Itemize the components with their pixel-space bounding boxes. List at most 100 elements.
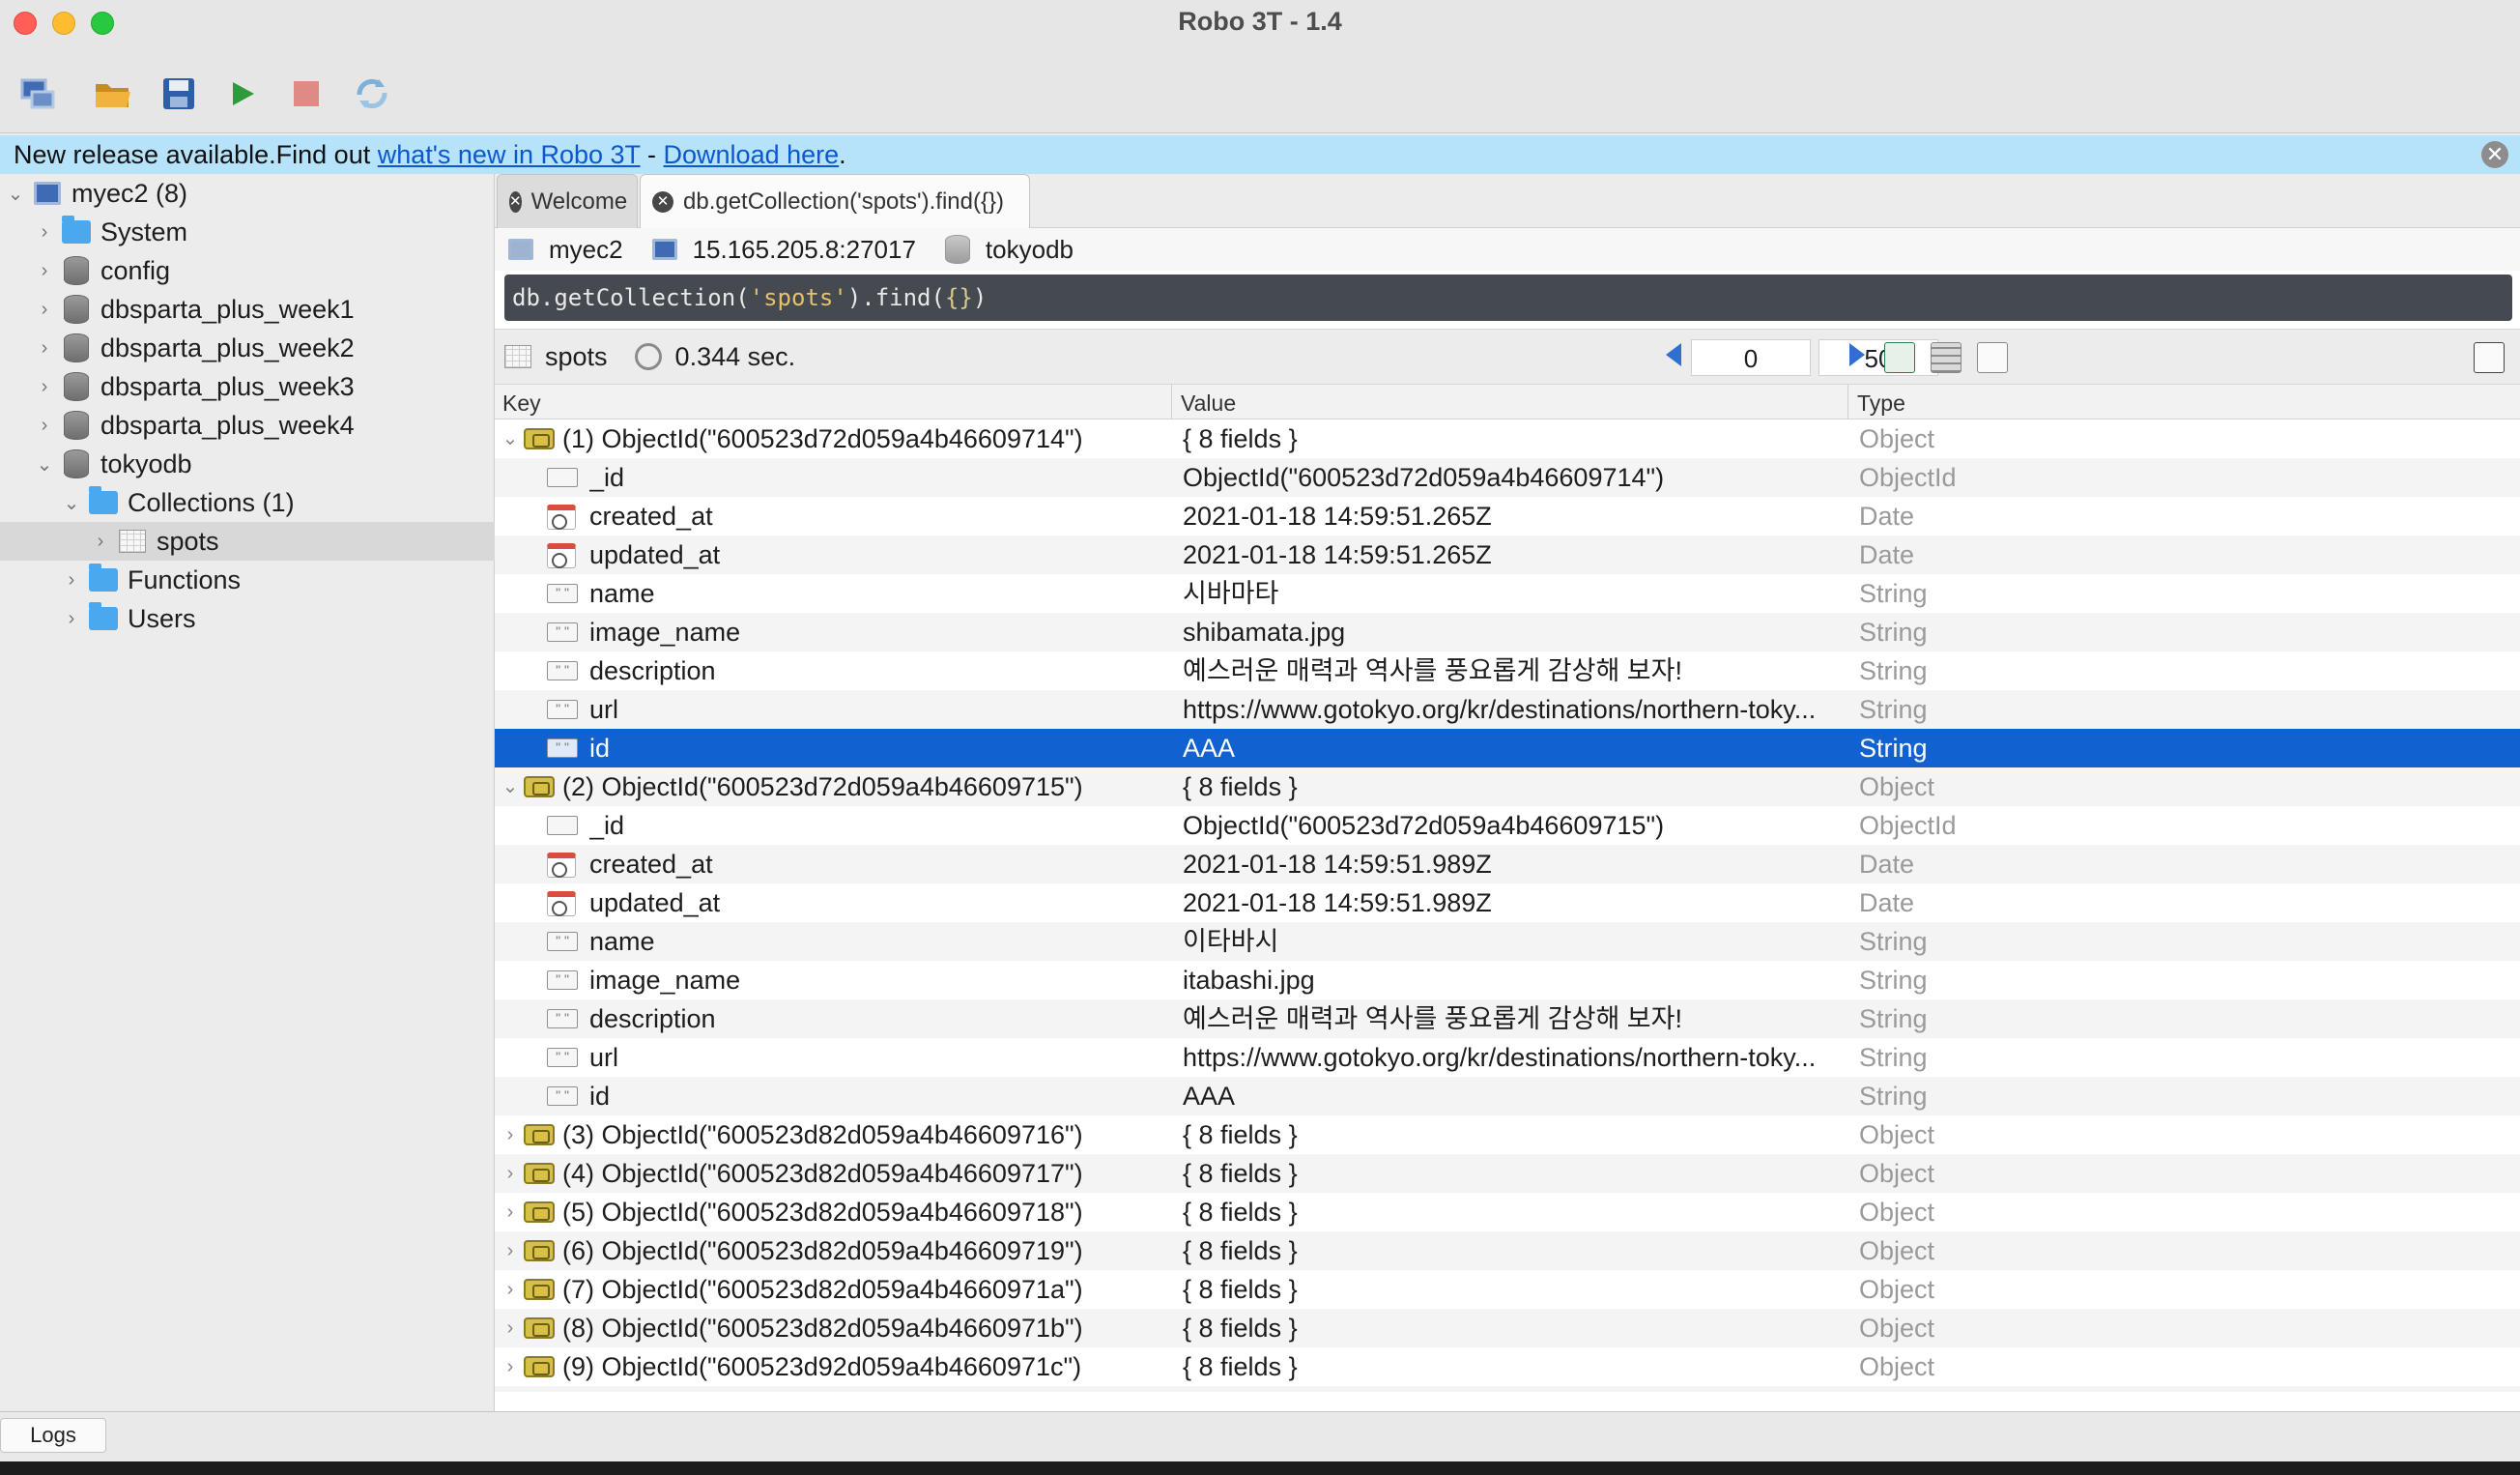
logs-tab[interactable]: Logs xyxy=(0,1418,106,1453)
document-row[interactable]: › (9) ObjectId("600523d92d059a4b4660971c"… xyxy=(495,1347,2520,1386)
document-row[interactable]: › (8) ObjectId("600523d82d059a4b4660971b"… xyxy=(495,1309,2520,1347)
tree-item-dbsparta-week4[interactable]: › dbsparta_plus_week4 xyxy=(0,406,495,445)
tree-item-spots[interactable]: › spots xyxy=(0,522,495,561)
document-row[interactable]: › (4) ObjectId("600523d82d059a4b46609717"… xyxy=(495,1154,2520,1193)
tab-label: db.getCollection('spots').find({}) xyxy=(683,188,1005,215)
database-icon xyxy=(62,333,91,362)
document-row[interactable]: › (10) ObjectId("600523d92d059a4b4660971d… xyxy=(495,1386,2520,1392)
stop-button[interactable] xyxy=(284,72,329,116)
chevron-right-icon[interactable]: › xyxy=(501,1347,520,1386)
document-row[interactable]: ⌄ (1) ObjectId("600523d72d059a4b46609714"… xyxy=(495,419,2520,458)
chevron-right-icon[interactable]: › xyxy=(89,530,112,553)
chevron-down-icon[interactable]: ⌄ xyxy=(4,182,27,205)
tab-welcome[interactable]: ✕ Welcome xyxy=(497,174,638,228)
field-row[interactable]: updated_at 2021-01-18 14:59:51.265Z Date xyxy=(495,535,2520,574)
chevron-down-icon[interactable]: ⌄ xyxy=(33,452,56,476)
open-button[interactable] xyxy=(91,72,135,116)
document-row[interactable]: ⌄ (2) ObjectId("600523d72d059a4b46609715"… xyxy=(495,767,2520,806)
field-row[interactable]: created_at 2021-01-18 14:59:51.989Z Date xyxy=(495,845,2520,883)
type-cell: Object xyxy=(1859,1120,1935,1149)
chevron-right-icon[interactable]: › xyxy=(33,220,56,244)
value-cell: 2021-01-18 14:59:51.265Z xyxy=(1183,502,1492,531)
chevron-right-icon[interactable]: › xyxy=(501,1115,520,1154)
close-icon[interactable]: ✕ xyxy=(509,190,522,213)
field-row[interactable]: " " description 예스러운 매력과 역사를 풍요롭게 감상해 보자! S… xyxy=(495,999,2520,1038)
field-row[interactable]: " " image_name itabashi.jpg String xyxy=(495,961,2520,999)
field-row[interactable]: " " url https://www.gotokyo.org/kr/destina… xyxy=(495,1038,2520,1077)
page-prev-icon[interactable] xyxy=(1666,343,1681,366)
tree-item-dbsparta-week1[interactable]: › dbsparta_plus_week1 xyxy=(0,290,495,329)
tree-item-tokyodb[interactable]: ⌄ tokyodb xyxy=(0,445,495,483)
chevron-right-icon[interactable]: › xyxy=(501,1154,520,1193)
page-next-icon[interactable] xyxy=(1849,343,1865,366)
key-cell: name xyxy=(589,579,655,608)
string-icon: " " xyxy=(547,661,578,680)
field-row[interactable]: _id ObjectId("600523d72d059a4b46609715") O… xyxy=(495,806,2520,845)
chevron-down-icon[interactable]: ⌄ xyxy=(501,767,520,806)
tree-item-users[interactable]: › Users xyxy=(0,599,495,638)
field-row[interactable]: " " description 예스러운 매력과 역사를 풍요롭게 감상해 보자! S… xyxy=(495,651,2520,690)
key-cell: (1) ObjectId("600523d72d059a4b46609714") xyxy=(562,424,1083,453)
banner-close-icon[interactable]: ✕ xyxy=(2481,141,2508,168)
object-icon xyxy=(524,776,555,797)
document-row[interactable]: › (6) ObjectId("600523d82d059a4b46609719"… xyxy=(495,1231,2520,1270)
column-type[interactable]: Type xyxy=(1857,390,1905,417)
tree-view-icon[interactable] xyxy=(1884,342,1915,373)
value-cell: { 8 fields } xyxy=(1183,1159,1298,1188)
field-row[interactable]: " " name 시바마타 String xyxy=(495,574,2520,613)
chevron-right-icon[interactable]: › xyxy=(60,607,83,630)
column-divider[interactable] xyxy=(1847,385,1848,419)
query-editor[interactable]: db.getCollection('spots').find({}) xyxy=(504,275,2512,321)
close-icon[interactable]: ✕ xyxy=(652,190,673,213)
field-row[interactable]: " " image_name shibamata.jpg String xyxy=(495,613,2520,651)
chevron-right-icon[interactable]: › xyxy=(501,1193,520,1231)
field-row[interactable]: " " id AAA String xyxy=(495,1077,2520,1115)
field-row[interactable]: updated_at 2021-01-18 14:59:51.989Z Date xyxy=(495,883,2520,922)
chevron-right-icon[interactable]: › xyxy=(60,568,83,592)
table-view-icon[interactable] xyxy=(1931,342,1962,373)
column-value[interactable]: Value xyxy=(1181,390,1236,417)
connect-button[interactable] xyxy=(15,72,60,116)
column-divider[interactable] xyxy=(1171,385,1172,419)
chevron-right-icon[interactable]: › xyxy=(501,1309,520,1347)
whats-new-link[interactable]: what's new in Robo 3T xyxy=(378,140,641,169)
tree-item-dbsparta-week2[interactable]: › dbsparta_plus_week2 xyxy=(0,329,495,367)
chevron-right-icon[interactable]: › xyxy=(501,1386,520,1392)
chevron-right-icon[interactable]: › xyxy=(33,298,56,321)
tree-item-config[interactable]: › config xyxy=(0,251,495,290)
field-row[interactable]: " " url https://www.gotokyo.org/kr/destina… xyxy=(495,690,2520,729)
tree-item-dbsparta-week3[interactable]: › dbsparta_plus_week3 xyxy=(0,367,495,406)
results-header: Key Value Type xyxy=(495,385,2520,419)
document-row[interactable]: › (7) ObjectId("600523d82d059a4b4660971a"… xyxy=(495,1270,2520,1309)
page-size-input[interactable]: 50 xyxy=(1818,339,1938,376)
column-key[interactable]: Key xyxy=(502,390,541,417)
tree-item-myec2[interactable]: ⌄ myec2 (8) xyxy=(0,174,495,213)
document-row[interactable]: › (3) ObjectId("600523d82d059a4b46609716"… xyxy=(495,1115,2520,1154)
value-cell: AAA xyxy=(1183,1082,1236,1111)
tree-item-functions[interactable]: › Functions xyxy=(0,561,495,599)
field-row[interactable]: _id ObjectId("600523d72d059a4b46609714") O… xyxy=(495,458,2520,497)
folder-icon xyxy=(89,602,118,633)
text-view-icon[interactable] xyxy=(1977,342,2008,373)
chevron-right-icon[interactable]: › xyxy=(33,375,56,398)
chevron-right-icon[interactable]: › xyxy=(33,336,56,360)
document-row[interactable]: › (5) ObjectId("600523d82d059a4b46609718"… xyxy=(495,1193,2520,1231)
execute-button[interactable] xyxy=(220,72,265,116)
tree-item-collections[interactable]: ⌄ Collections (1) xyxy=(0,483,495,522)
chevron-right-icon[interactable]: › xyxy=(501,1231,520,1270)
tab-query[interactable]: ✕ db.getCollection('spots').find({}) xyxy=(640,174,1030,228)
chevron-down-icon[interactable]: ⌄ xyxy=(501,419,520,458)
tree-item-system[interactable]: › System xyxy=(0,213,495,251)
download-link[interactable]: Download here xyxy=(664,140,840,169)
save-button[interactable] xyxy=(157,72,201,116)
chevron-right-icon[interactable]: › xyxy=(33,259,56,282)
chevron-right-icon[interactable]: › xyxy=(33,414,56,437)
chevron-down-icon[interactable]: ⌄ xyxy=(60,491,83,514)
refresh-button[interactable] xyxy=(350,72,394,116)
maximize-icon[interactable] xyxy=(2474,342,2505,373)
page-start-input[interactable]: 0 xyxy=(1691,339,1811,376)
chevron-right-icon[interactable]: › xyxy=(501,1270,520,1309)
field-row[interactable]: created_at 2021-01-18 14:59:51.265Z Date xyxy=(495,497,2520,535)
field-row[interactable]: " " id AAA String xyxy=(495,729,2520,767)
field-row[interactable]: " " name 이타바시 String xyxy=(495,922,2520,961)
